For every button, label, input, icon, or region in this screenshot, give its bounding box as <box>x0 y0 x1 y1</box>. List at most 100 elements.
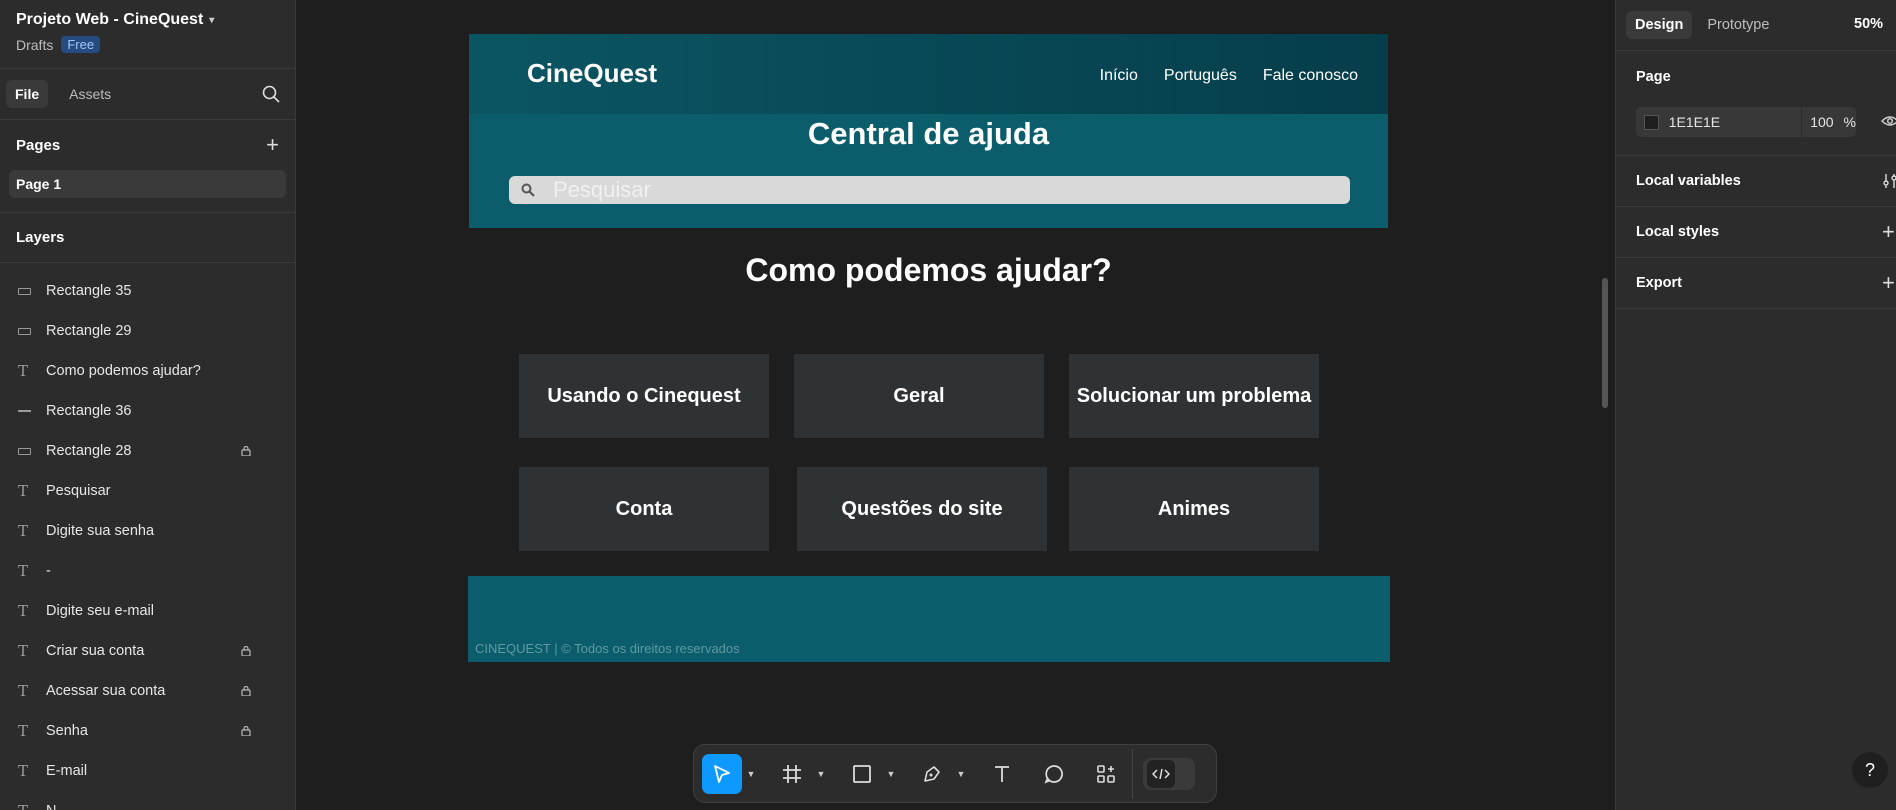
search-icon <box>521 183 535 197</box>
frame-icon <box>783 764 801 783</box>
layers-title: Layers <box>16 229 65 246</box>
page-item-page-1[interactable]: Page 1 <box>9 170 286 198</box>
lock-icon[interactable] <box>241 725 251 736</box>
left-sidebar: Projeto Web - CineQuest ▾ Drafts Free Fi… <box>0 0 296 810</box>
hero-banner[interactable]: Central de ajuda <box>469 114 1388 228</box>
hero-title: Central de ajuda <box>807 116 1050 151</box>
page-item-label: Page 1 <box>16 176 62 192</box>
layer-item[interactable]: T Como podemos ajudar? <box>0 351 295 391</box>
lock-icon[interactable] <box>241 685 251 696</box>
project-location[interactable]: Drafts <box>16 37 53 53</box>
plan-badge: Free <box>61 36 101 53</box>
frame-tool-button[interactable] <box>772 754 812 794</box>
tab-file[interactable]: File <box>6 80 49 108</box>
layer-item[interactable]: T Criar sua conta <box>0 631 295 671</box>
text-layer-icon: T <box>18 482 29 500</box>
layer-item[interactable]: T Digite sua senha <box>0 511 295 551</box>
export-row[interactable]: Export + <box>1616 258 1896 309</box>
help-card-conta[interactable]: Conta <box>519 467 769 551</box>
help-card-usando[interactable]: Usando o Cinequest <box>519 354 769 438</box>
site-search-bar[interactable] <box>509 176 1350 204</box>
canvas-scrollbar[interactable] <box>1602 278 1608 408</box>
chevron-down-icon[interactable]: ▾ <box>209 15 214 26</box>
layer-list: Rectangle 35 Rectangle 29 T Como podemos… <box>0 263 295 810</box>
layer-item[interactable]: T N <box>0 791 295 810</box>
left-tabs: File Assets <box>0 69 295 120</box>
tab-design[interactable]: Design <box>1626 11 1693 39</box>
local-variables-row[interactable]: Local variables <box>1616 156 1896 207</box>
comment-tool-button[interactable] <box>1034 754 1074 794</box>
layer-item[interactable]: T Acessar sua conta <box>0 671 295 711</box>
canvas[interactable]: CineQuest Início Português Fale conosco … <box>297 0 1615 810</box>
text-layer-icon: T <box>18 522 29 540</box>
layer-item[interactable]: Rectangle 28 <box>0 431 295 471</box>
text-layer-icon: T <box>18 762 29 780</box>
layer-label: Pesquisar <box>46 483 111 499</box>
site-search-input[interactable] <box>553 177 1333 203</box>
sliders-icon[interactable] <box>1882 173 1896 189</box>
layer-item[interactable]: T Senha <box>0 711 295 751</box>
text-icon <box>995 765 1009 782</box>
text-layer-icon: T <box>18 362 29 380</box>
help-page-frame[interactable]: CineQuest Início Português Fale conosco … <box>468 34 1390 662</box>
chevron-down-icon[interactable]: ▼ <box>742 769 760 779</box>
layer-label: E-mail <box>46 763 88 779</box>
site-nav: Início Português Fale conosco <box>1100 67 1358 85</box>
nav-link-inicio[interactable]: Início <box>1100 67 1138 85</box>
shape-tool-button[interactable] <box>842 754 882 794</box>
add-page-icon[interactable]: + <box>266 134 279 156</box>
rectangle-icon <box>853 764 871 783</box>
pages-section-header: Pages + <box>0 120 295 170</box>
layer-label: Rectangle 28 <box>46 443 132 459</box>
comment-icon <box>1044 764 1063 784</box>
right-sidebar: Design Prototype 50% Page 1E1E1E 100 % L… <box>1615 0 1896 810</box>
chevron-down-icon[interactable]: ▼ <box>812 769 830 779</box>
layer-label: Rectangle 35 <box>46 283 132 299</box>
dev-mode-toggle[interactable] <box>1143 757 1195 790</box>
help-card-questoes[interactable]: Questões do site <box>797 467 1047 551</box>
layer-item[interactable]: Rectangle 36 <box>0 391 295 431</box>
layers-section-header: Layers <box>0 213 295 263</box>
layer-label: Rectangle 36 <box>46 403 132 419</box>
project-title-menu[interactable]: Projeto Web - CineQuest ▾ <box>16 10 279 30</box>
chevron-down-icon[interactable]: ▼ <box>882 769 900 779</box>
layer-item[interactable]: Rectangle 35 <box>0 271 295 311</box>
move-tool-button[interactable] <box>702 753 742 794</box>
lock-icon[interactable] <box>241 445 251 456</box>
page-section: Page 1E1E1E 100 % <box>1616 51 1896 156</box>
zoom-level[interactable]: 50% <box>1854 16 1883 32</box>
layer-item[interactable]: T E-mail <box>0 751 295 791</box>
layer-item[interactable]: T Pesquisar <box>0 471 295 511</box>
help-card-animes[interactable]: Animes <box>1069 467 1319 551</box>
layer-item[interactable]: T Digite seu e-mail <box>0 591 295 631</box>
color-swatch[interactable] <box>1644 114 1659 130</box>
help-card-geral[interactable]: Geral <box>794 354 1044 438</box>
local-styles-row[interactable]: Local styles + <box>1616 207 1896 258</box>
chevron-down-icon[interactable]: ▼ <box>952 769 970 779</box>
actions-tool-button[interactable] <box>1086 754 1126 794</box>
help-button[interactable]: ? <box>1852 752 1888 788</box>
add-style-icon[interactable]: + <box>1882 221 1895 243</box>
tab-prototype[interactable]: Prototype <box>1698 11 1778 39</box>
page-color-field[interactable]: 1E1E1E 100 % <box>1636 107 1856 137</box>
page-color-hex[interactable]: 1E1E1E <box>1669 114 1801 130</box>
eye-icon[interactable] <box>1881 114 1896 128</box>
site-header[interactable]: CineQuest Início Português Fale conosco <box>469 34 1388 114</box>
footer-text: CINEQUEST | © Todos os direitos reservad… <box>475 641 740 656</box>
help-card-solucionar[interactable]: Solucionar um problema <box>1069 354 1319 438</box>
text-tool-button[interactable] <box>982 754 1022 794</box>
tab-assets[interactable]: Assets <box>60 80 120 108</box>
code-icon <box>1152 768 1170 779</box>
opacity-value[interactable]: 100 <box>1810 114 1833 130</box>
lock-icon[interactable] <box>241 645 251 656</box>
layer-item[interactable]: Rectangle 29 <box>0 311 295 351</box>
site-logo[interactable]: CineQuest <box>527 58 657 89</box>
pen-tool-button[interactable] <box>912 754 952 794</box>
layer-item[interactable]: T - <box>0 551 295 591</box>
search-icon[interactable] <box>261 84 281 104</box>
add-export-icon[interactable]: + <box>1882 272 1895 294</box>
nav-link-fale-conosco[interactable]: Fale conosco <box>1263 67 1358 85</box>
page-opacity-field[interactable]: 100 % <box>1801 107 1856 137</box>
nav-link-portugues[interactable]: Português <box>1164 67 1237 85</box>
site-footer[interactable]: CINEQUEST | © Todos os direitos reservad… <box>468 576 1390 662</box>
